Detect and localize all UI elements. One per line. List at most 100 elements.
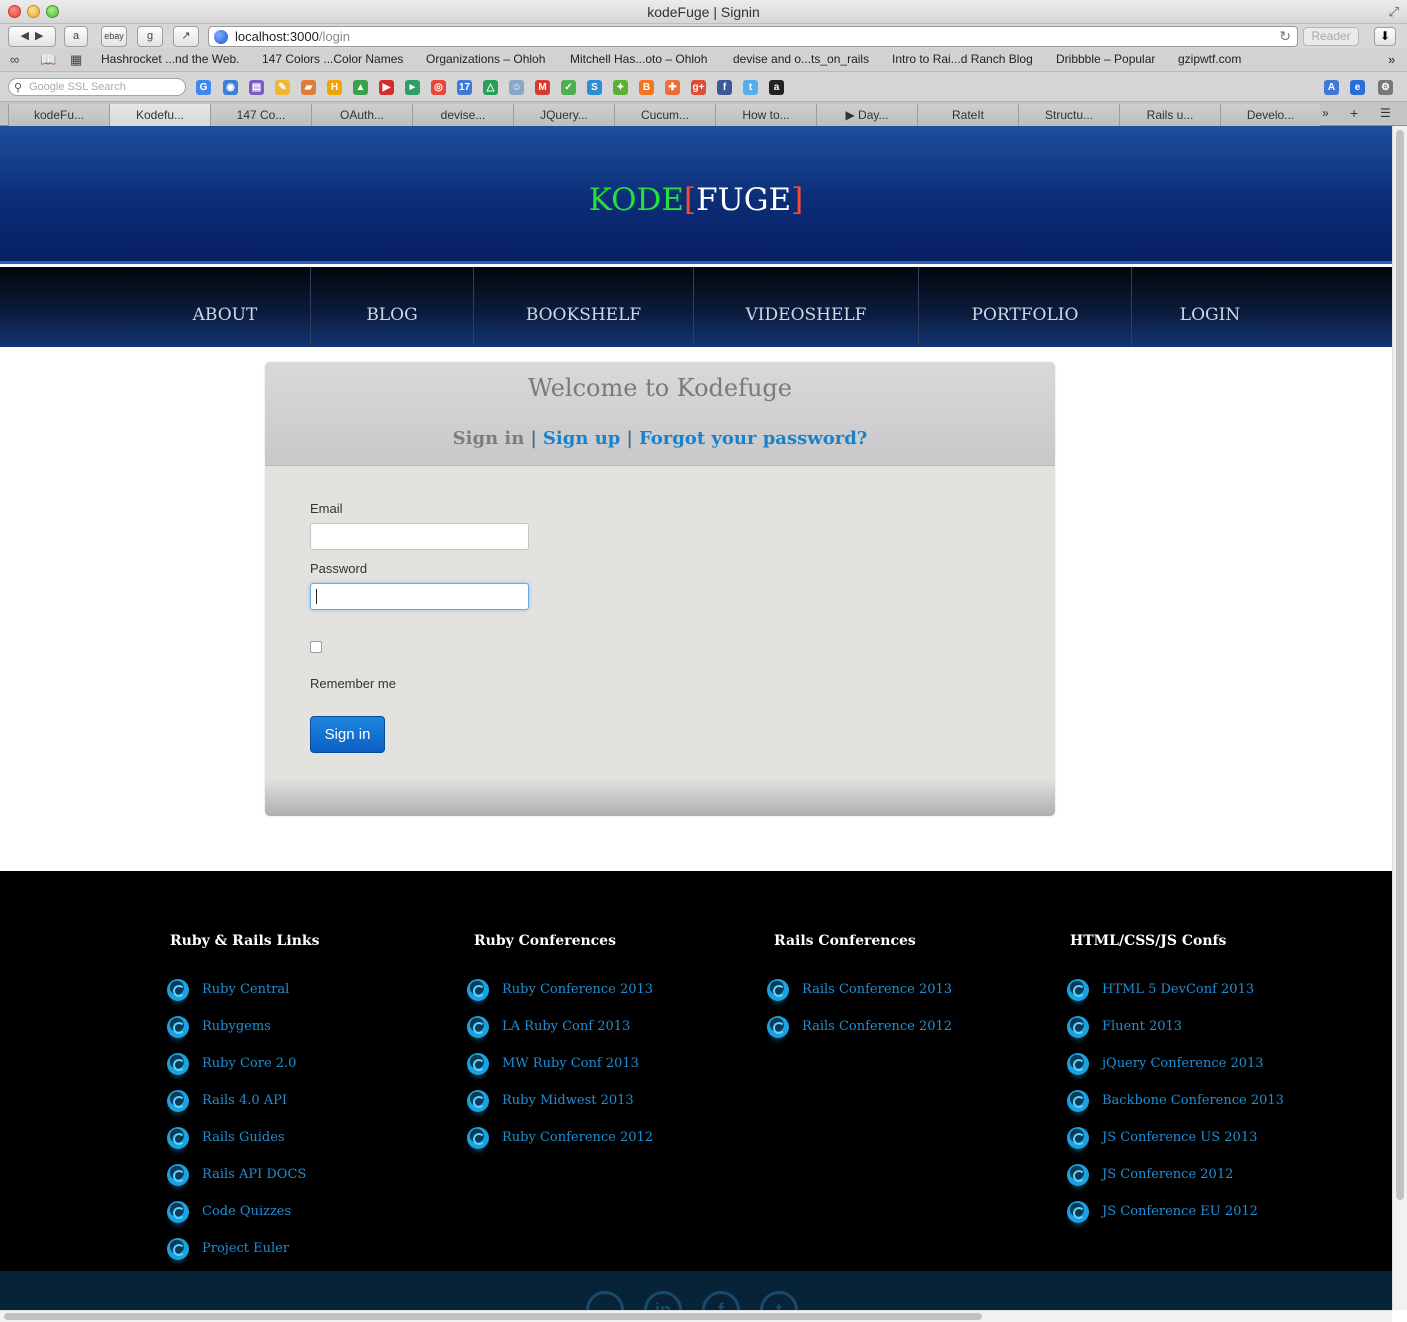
footer-link-label: Project Euler xyxy=(202,1241,290,1256)
gmail-extension-icon[interactable]: M xyxy=(535,80,550,95)
google-extension-icon[interactable]: G xyxy=(196,80,211,95)
browser-tab[interactable]: Rails u... xyxy=(1119,104,1220,126)
link-bullet-icon xyxy=(467,1016,489,1038)
nav-about[interactable]: ABOUT xyxy=(140,267,310,347)
feed-extension-icon[interactable]: ✚ xyxy=(665,80,680,95)
browser-tab[interactable]: devise... xyxy=(412,104,513,126)
browser-tab[interactable]: Structu... xyxy=(1018,104,1119,126)
amazon-icon[interactable]: a xyxy=(64,26,88,47)
check-extension-icon[interactable]: ✓ xyxy=(561,80,576,95)
footer-link-label: HTML 5 DevConf 2013 xyxy=(1102,982,1255,997)
facebook-icon[interactable]: f xyxy=(702,1291,740,1310)
nav-login[interactable]: LOGIN xyxy=(1132,267,1288,347)
bookmark-item[interactable]: 147 Colors ...Color Names xyxy=(262,52,403,66)
bookmark-item[interactable]: Hashrocket ...nd the Web. xyxy=(101,52,240,66)
bookmark-item[interactable]: gzipwtf.com xyxy=(1178,52,1241,66)
link-bullet-icon xyxy=(1067,1201,1089,1223)
footer-link-label: Rails Conference 2013 xyxy=(802,982,953,997)
youtube-extension-icon[interactable]: ▶ xyxy=(379,80,394,95)
twitter-extension-icon[interactable]: t xyxy=(743,80,758,95)
bookmark-item[interactable]: Intro to Rai...d Ranch Blog xyxy=(892,52,1033,66)
notes-extension-icon[interactable]: ✎ xyxy=(275,80,290,95)
twitter-icon[interactable]: t xyxy=(760,1291,798,1310)
calendar-extension-icon[interactable]: 17 xyxy=(457,80,472,95)
evernote-extension-icon[interactable]: ✦ xyxy=(613,80,628,95)
nav-videoshelf[interactable]: VIDEOSHELF xyxy=(694,267,918,347)
amazon-extension-icon[interactable]: a xyxy=(769,80,784,95)
bookmarks-bar: ∞ 📖 ▦ Hashrocket ...nd the Web. 147 Colo… xyxy=(0,48,1407,72)
browser-tab[interactable]: How to... xyxy=(715,104,816,126)
address-bar[interactable]: localhost:3000/login ↻ xyxy=(208,26,1298,47)
fullscreen-icon[interactable]: ⤢ xyxy=(1389,4,1399,20)
play-extension-icon[interactable]: ► xyxy=(405,80,420,95)
goodreads-icon[interactable]: g xyxy=(137,26,163,47)
bookmark-item[interactable]: devise and o...ts_on_rails xyxy=(733,52,869,66)
new-tab-icon[interactable]: + xyxy=(1350,105,1358,121)
downloads-icon[interactable]: ⬇ xyxy=(1374,27,1396,46)
browser-tab[interactable]: OAuth... xyxy=(311,104,412,126)
gear-icon[interactable]: ⚙ xyxy=(1378,80,1393,95)
link-bullet-icon xyxy=(467,1090,489,1112)
top-sites-icon[interactable]: ▦ xyxy=(70,52,82,68)
password-field[interactable] xyxy=(310,583,529,610)
ebay-button[interactable]: ebay xyxy=(101,26,127,47)
browser-tab[interactable]: RateIt xyxy=(917,104,1018,126)
translate-extension-icon[interactable]: A xyxy=(1324,80,1339,95)
contacts-extension-icon[interactable]: ☺ xyxy=(509,80,524,95)
footer-column-title: HTML/CSS/JS Confs xyxy=(1070,933,1227,949)
browser-tab[interactable]: 147 Co... xyxy=(210,104,311,126)
chrome-extension-icon[interactable]: ◎ xyxy=(431,80,446,95)
footer-link-label: Ruby Midwest 2013 xyxy=(502,1093,634,1108)
reading-list-icon[interactable]: ∞ xyxy=(10,52,19,67)
browser-tab-active[interactable]: Kodefu... xyxy=(109,104,210,126)
browser-tab[interactable]: kodeFu... xyxy=(8,104,109,126)
bookmark-item[interactable]: Organizations – Ohloh xyxy=(426,52,545,66)
nav-blog[interactable]: BLOG xyxy=(311,267,473,347)
tab-list-icon[interactable]: ☰ xyxy=(1380,106,1391,120)
forgot-password-link[interactable]: Forgot your password? xyxy=(639,428,867,449)
camera-extension-icon[interactable]: ◉ xyxy=(223,80,238,95)
page-viewport: KODE[FUGE] ABOUT BLOG BOOKSHELF VIDEOSHE… xyxy=(0,126,1392,1310)
tab-bar: kodeFu... Kodefu... 147 Co... OAuth... d… xyxy=(0,102,1407,126)
site-logo[interactable]: KODE[FUGE] xyxy=(0,182,1392,218)
horizontal-scroll-thumb[interactable] xyxy=(4,1313,982,1320)
horizontal-scrollbar[interactable] xyxy=(0,1310,1392,1322)
back-forward-buttons[interactable]: ◀ ▶ xyxy=(8,26,56,47)
bookmarks-icon[interactable]: 📖 xyxy=(40,52,56,68)
linkedin-icon[interactable]: in xyxy=(644,1291,682,1310)
browser-tab[interactable]: Cucum... xyxy=(614,104,715,126)
facebook-extension-icon[interactable]: f xyxy=(717,80,732,95)
drive-extension-icon[interactable]: △ xyxy=(483,80,498,95)
search-input[interactable]: ⚲ Google SSL Search xyxy=(8,78,186,96)
nav-bookshelf[interactable]: BOOKSHELF xyxy=(474,267,693,347)
github-icon[interactable]: ◒ xyxy=(586,1291,624,1310)
site-favicon xyxy=(214,30,228,44)
link-bullet-icon xyxy=(167,1164,189,1186)
more-bookmarks-icon[interactable]: » xyxy=(1388,52,1395,67)
h-extension-icon[interactable]: H xyxy=(327,80,342,95)
tab-overflow-icon[interactable]: » xyxy=(1322,106,1329,120)
ie-extension-icon[interactable]: e xyxy=(1350,80,1365,95)
browser-tab[interactable]: ▶ Day... xyxy=(816,104,917,126)
vertical-scroll-thumb[interactable] xyxy=(1396,130,1404,1200)
nav-portfolio[interactable]: PORTFOLIO xyxy=(919,267,1131,347)
bookmark-item[interactable]: Dribbble – Popular xyxy=(1056,52,1155,66)
ticket-extension-icon[interactable]: ▰ xyxy=(301,80,316,95)
remember-me-checkbox[interactable] xyxy=(310,641,322,653)
skype-extension-icon[interactable]: S xyxy=(587,80,602,95)
browser-tab[interactable]: Develo... xyxy=(1220,104,1320,126)
sign-in-button[interactable]: Sign in xyxy=(310,716,385,753)
blogger-extension-icon[interactable]: B xyxy=(639,80,654,95)
browser-tab[interactable]: JQuery... xyxy=(513,104,614,126)
share-icon[interactable]: ↗ xyxy=(173,26,199,47)
reload-icon[interactable]: ↻ xyxy=(1279,28,1291,45)
sign-up-link[interactable]: Sign up xyxy=(543,428,620,449)
vertical-scrollbar[interactable] xyxy=(1392,126,1407,1310)
text-caret xyxy=(316,589,317,604)
reader-button[interactable]: Reader xyxy=(1303,27,1359,46)
chart-extension-icon[interactable]: ▲ xyxy=(353,80,368,95)
tabs-extension-icon[interactable]: ▤ xyxy=(249,80,264,95)
google-plus-extension-icon[interactable]: g+ xyxy=(691,80,706,95)
email-field[interactable] xyxy=(310,523,529,550)
bookmark-item[interactable]: Mitchell Has...oto – Ohloh xyxy=(570,52,707,66)
